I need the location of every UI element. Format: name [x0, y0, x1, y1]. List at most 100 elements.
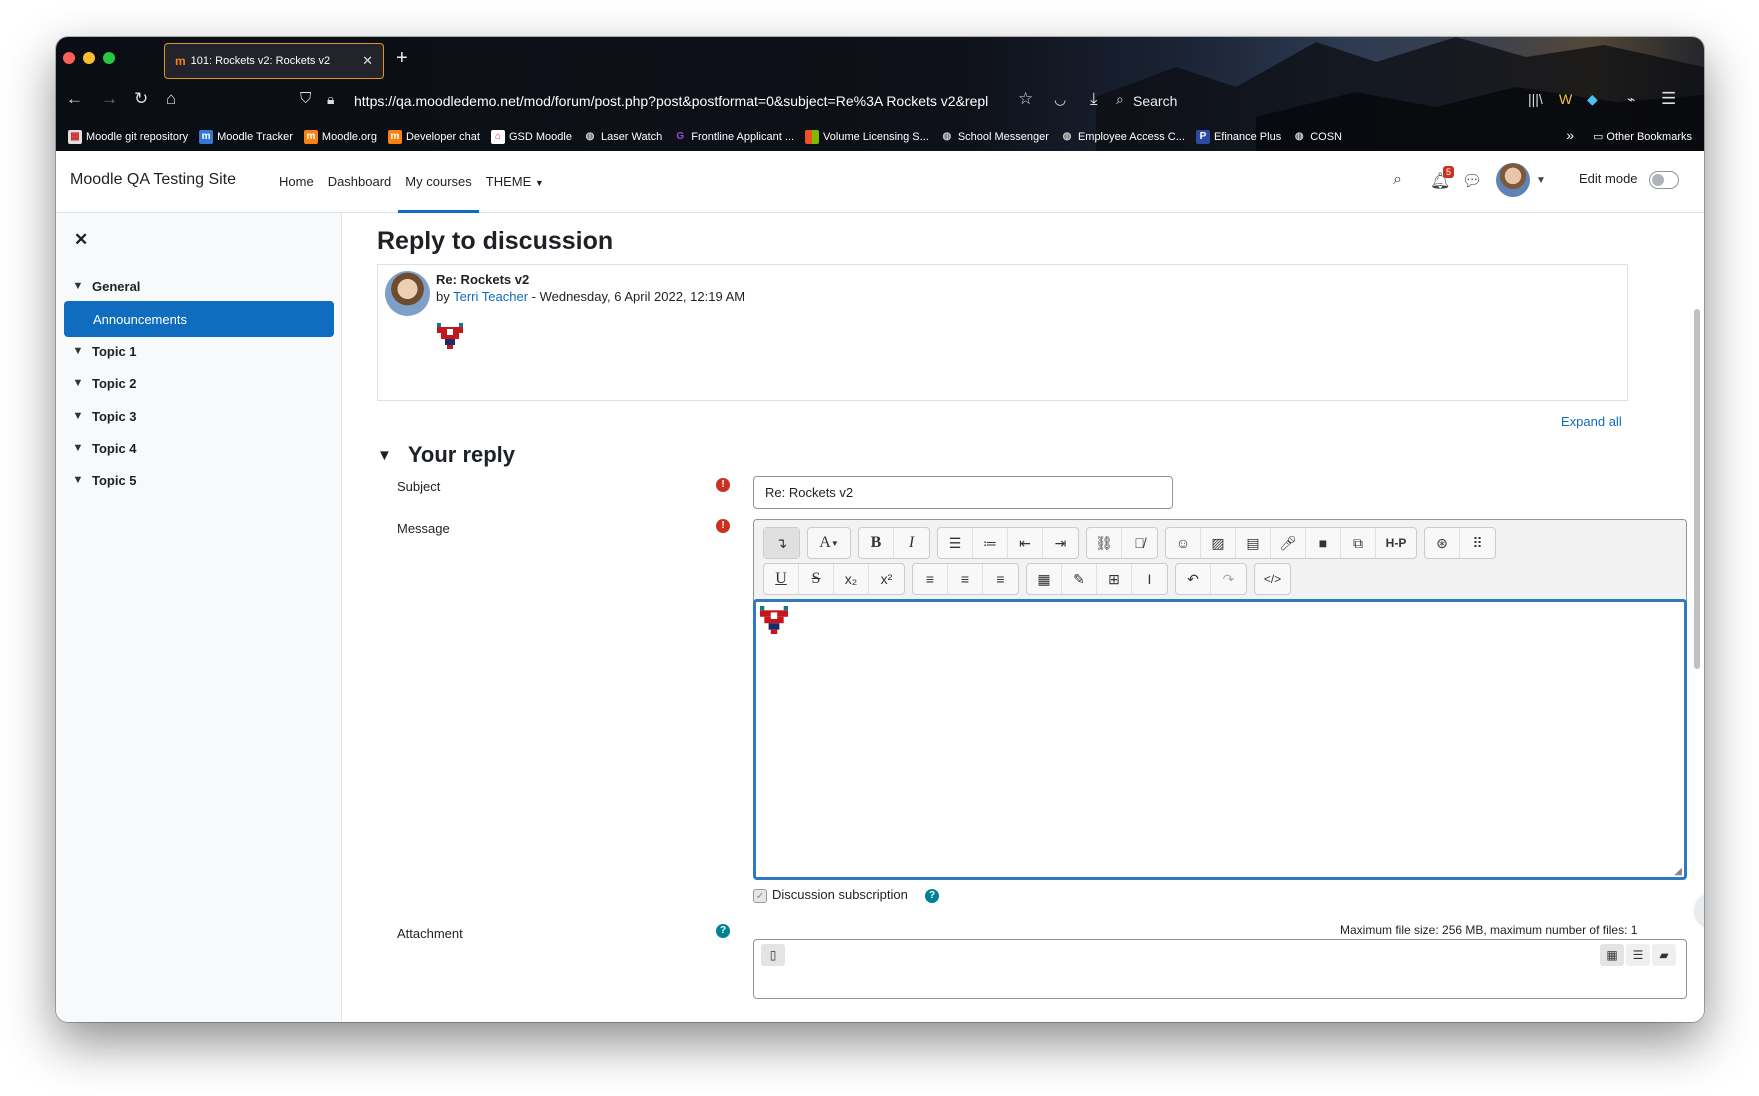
chevron-down-icon[interactable]: ▼ — [64, 442, 92, 454]
help-footer-button[interactable]: ? — [1695, 893, 1704, 927]
reload-icon[interactable]: ↻ — [134, 85, 148, 113]
bookmark-item[interactable]: G Frontline Applicant ... — [673, 130, 794, 144]
browser-search-box[interactable]: Search — [1133, 87, 1177, 115]
table-icon[interactable]: ⊞ — [1097, 564, 1132, 594]
record-video-icon[interactable]: ■ — [1306, 528, 1341, 558]
grid-view-icon[interactable]: ▦ — [1600, 944, 1624, 966]
bookmark-item[interactable]: P Efinance Plus — [1195, 130, 1281, 144]
clear-formatting-icon[interactable]: I — [1132, 564, 1167, 594]
html-source-icon[interactable]: </> — [1255, 564, 1290, 594]
tree-view-icon[interactable]: ▰ — [1652, 944, 1676, 966]
extension-2-icon[interactable]: ◆ — [1587, 85, 1598, 113]
chevron-down-icon[interactable]: ▼ — [64, 280, 92, 292]
accessibility-checker-icon[interactable]: ⊛ — [1425, 528, 1460, 558]
subject-input[interactable]: Re: Rockets v2 — [753, 476, 1173, 509]
close-tab-icon[interactable]: ✕ — [362, 53, 373, 69]
extension-3-icon[interactable]: ⌁ — [1627, 85, 1635, 113]
browser-tab[interactable]: m 101: Rockets v2: Rockets v2 ✕ — [164, 43, 384, 79]
add-file-icon[interactable]: ▯ — [761, 944, 785, 966]
bold-icon[interactable]: B — [859, 528, 894, 558]
discussion-subscription-checkbox[interactable]: ✓ — [753, 889, 767, 903]
bookmark-item[interactable]: m Moodle.org — [303, 130, 377, 144]
post-author-avatar[interactable] — [385, 271, 430, 316]
font-style-icon[interactable]: A ▼ — [808, 528, 850, 558]
toggle-toolbar-icon[interactable]: ↴ — [764, 528, 799, 558]
align-center-icon[interactable]: ≡ — [948, 564, 983, 594]
outdent-icon[interactable]: ⇤ — [1008, 528, 1043, 558]
bookmark-item[interactable]: ◍ COSN — [1292, 130, 1342, 144]
undo-icon[interactable]: ↶ — [1176, 564, 1211, 594]
bookmark-item[interactable]: ◍ Employee Access C... — [1060, 130, 1185, 144]
italic-icon[interactable]: I — [894, 528, 929, 558]
underline-icon[interactable]: U — [764, 564, 799, 594]
manage-files-icon[interactable]: ⧉ — [1341, 528, 1376, 558]
zoom-window-button[interactable] — [103, 52, 115, 64]
bookmark-star-icon[interactable]: ☆ — [1018, 85, 1033, 113]
search-icon[interactable]: ⌕ — [1393, 171, 1402, 189]
course-section-topic-5[interactable]: ▼ Topic 5 — [64, 462, 334, 498]
close-drawer-icon[interactable]: ✕ — [74, 230, 88, 250]
downloads-icon[interactable]: ⤓ — [1090, 85, 1098, 113]
lock-icon[interactable]: 🔒︎ — [327, 85, 334, 113]
bookmark-item[interactable]: m Developer chat — [387, 130, 480, 144]
record-audio-icon[interactable]: 🎤︎ — [1271, 528, 1306, 558]
minimize-window-button[interactable] — [83, 52, 95, 64]
bookmark-item[interactable]: ◍ Laser Watch — [583, 130, 663, 144]
edit-mode-toggle[interactable] — [1649, 171, 1679, 189]
superscript-icon[interactable]: x² — [869, 564, 904, 594]
course-section-topic-2[interactable]: ▼ Topic 2 — [64, 365, 334, 401]
align-right-icon[interactable]: ≡ — [983, 564, 1018, 594]
forward-icon[interactable]: → — [101, 85, 118, 113]
chevron-down-icon[interactable]: ▼ — [1536, 175, 1546, 186]
your-reply-section-header[interactable]: ▼ Your reply — [377, 442, 515, 468]
image-icon[interactable]: ▨ — [1201, 528, 1236, 558]
other-bookmarks[interactable]: ▭ Other Bookmarks — [1593, 130, 1692, 143]
site-name[interactable]: Moodle QA Testing Site — [70, 171, 236, 189]
messages-icon[interactable]: 💬︎ — [1462, 171, 1482, 191]
special-chars-icon[interactable]: ✎ — [1062, 564, 1097, 594]
nav-theme[interactable]: THEME ▼ — [479, 151, 551, 213]
pocket-icon[interactable]: ◡ — [1054, 85, 1066, 113]
library-icon[interactable]: |||\ — [1528, 85, 1543, 113]
bookmark-item[interactable]: ⌂ GSD Moodle — [490, 130, 572, 144]
screenreader-helper-icon[interactable]: ⠿ — [1460, 528, 1495, 558]
ordered-list-icon[interactable]: ≔ — [973, 528, 1008, 558]
bookmark-item[interactable]: m Moodle Tracker — [199, 130, 293, 144]
align-left-icon[interactable]: ≡ — [913, 564, 948, 594]
page-scrollbar[interactable] — [1694, 309, 1700, 669]
subscript-icon[interactable]: x₂ — [834, 564, 869, 594]
chevron-down-icon[interactable]: ▼ — [64, 410, 92, 422]
bookmark-item[interactable]: Volume Licensing S... — [805, 130, 929, 144]
nav-home[interactable]: Home — [272, 151, 321, 213]
emoji-icon[interactable]: ☺ — [1166, 528, 1201, 558]
unlink-icon[interactable]: ⛓̸ — [1122, 528, 1157, 558]
user-avatar[interactable] — [1496, 163, 1530, 197]
home-icon[interactable]: ⌂ — [166, 85, 176, 113]
expand-all-link[interactable]: Expand all — [1561, 414, 1622, 429]
h5p-icon[interactable]: H-P — [1376, 528, 1416, 558]
course-activity-announcements[interactable]: Announcements — [64, 301, 334, 337]
more-bookmarks-icon[interactable]: » — [1566, 127, 1574, 143]
new-tab-button[interactable]: + — [396, 47, 408, 70]
close-window-button[interactable] — [63, 52, 75, 64]
resize-handle-icon[interactable]: ◢ — [1674, 866, 1682, 877]
media-icon[interactable]: ▤ — [1236, 528, 1271, 558]
bookmark-item[interactable]: ◍ School Messenger — [940, 130, 1048, 144]
unordered-list-icon[interactable]: ☰ — [938, 528, 973, 558]
course-section-topic-1[interactable]: ▼ Topic 1 — [64, 333, 334, 369]
message-editor-area[interactable]: ◢ — [753, 599, 1687, 880]
help-icon[interactable]: ? — [716, 924, 730, 938]
back-icon[interactable]: ← — [66, 85, 83, 113]
course-section-topic-4[interactable]: ▼ Topic 4 — [64, 430, 334, 466]
menu-icon[interactable]: ☰ — [1661, 85, 1676, 113]
nav-my-courses[interactable]: My courses — [398, 151, 480, 213]
chevron-down-icon[interactable]: ▼ — [64, 345, 92, 357]
bookmark-item[interactable]: ▦ Moodle git repository — [68, 130, 188, 144]
equation-icon[interactable]: ▦ — [1027, 564, 1062, 594]
course-section-general[interactable]: ▼ General — [64, 268, 334, 304]
redo-icon[interactable]: ↷ — [1211, 564, 1246, 594]
chevron-down-icon[interactable]: ▼ — [64, 474, 92, 486]
chevron-down-icon[interactable]: ▼ — [64, 377, 92, 389]
nav-dashboard[interactable]: Dashboard — [321, 151, 399, 213]
course-section-topic-3[interactable]: ▼ Topic 3 — [64, 398, 334, 434]
